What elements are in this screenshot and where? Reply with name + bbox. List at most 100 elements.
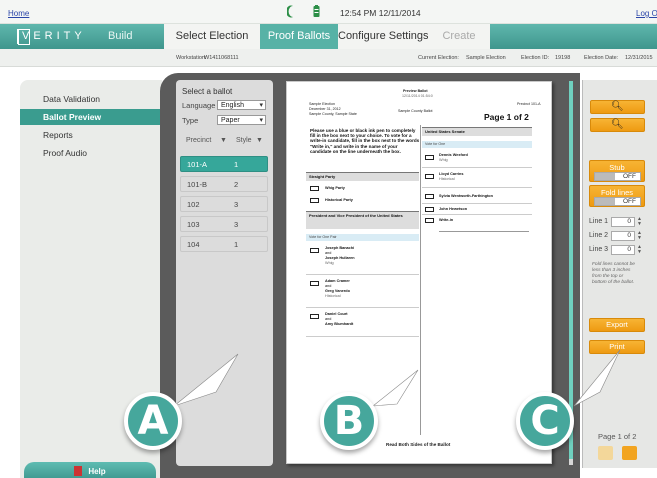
ballot-list-row[interactable]: 101-A 1 [180,156,268,172]
senate-vote-for: Vote for One [422,141,532,148]
nav-bar: VERITY Build Select Election Proof Ballo… [0,24,657,49]
app-window: Home 12:54 PM 12/11/2014 Log O VERITY Bu… [0,0,657,478]
line-3-input[interactable]: 0 [611,245,635,255]
fold-lines-label: Fold lines [600,188,634,197]
next-page-button[interactable] [622,446,637,460]
ballot-list-row[interactable]: 102 3 [180,196,268,212]
scrollbar-thumb[interactable] [569,81,573,459]
line-2-input[interactable]: 0 [611,231,635,241]
ballot-election-name: Sample Election [309,102,335,106]
running-mate-name: Greg Vanerdo [325,289,350,293]
workstation-value: W1411068111 [204,55,239,61]
stub-panel: Stub OFF [589,160,645,182]
fold-lines-toggle[interactable]: OFF [594,197,641,206]
ballot-heading-date: 12/11/2014 01:54:0 [402,94,433,98]
line-3-spinner-icon[interactable]: ▲ ▼ [637,245,642,255]
stub-toggle[interactable]: OFF [594,172,641,181]
row-precinct: 101-B [187,180,208,189]
ballot-oval [425,194,434,199]
president-header: President and Vice President of the Unit… [306,211,419,229]
zoom-out-icon: 🔍︎ [611,119,624,130]
zoom-in-button[interactable]: 🔍︎ [590,100,645,114]
ballot-heading: Preview Ballot [403,89,428,93]
tab-select-election[interactable]: Select Election [164,24,260,49]
candidate-and: and [325,284,332,288]
candidate-party: Whig [325,261,334,265]
column-divider [420,125,421,435]
row-precinct: 101-A [187,160,208,169]
type-select[interactable]: Paper [217,115,266,125]
fold-lines-toggle-state: OFF [623,198,636,205]
ballot-oval [425,174,434,179]
election-id-label: Election ID: [521,55,550,61]
sidebar-item-proof-audio[interactable]: Proof Audio [20,145,162,161]
row-style: 3 [234,200,239,209]
ballot-instructions: Please use a blue or black ink pen to co… [310,128,420,154]
stub-toggle-state: OFF [623,173,636,180]
page-count: Page 1 of 2 [598,432,637,441]
running-mate-name: Amy Blumhardt [325,322,354,326]
toggle-knob [595,198,615,205]
candidate-name: John Hewetson [439,207,468,211]
row-divider [422,187,532,188]
zoom-out-button[interactable]: 🔍︎ [590,118,645,132]
candidate-name: Joseph Banachi [325,246,355,250]
line-2-label: Line 2 [589,232,609,239]
election-info-row: Workstation: W1411068111 Current Electio… [0,49,657,67]
row-divider [306,336,419,337]
fold-lines-note: Fold lines cannot be less than 3 inches … [592,262,635,285]
election-date-label: Election Date: [584,55,619,61]
print-button[interactable]: Print [589,340,645,354]
prev-page-button[interactable] [598,446,613,460]
precinct-filter-icon[interactable]: ▼ [220,137,227,144]
ballot-list-row[interactable]: 104 1 [180,236,268,252]
tab-create: Create [428,24,490,49]
logout-link[interactable]: Log O [636,9,657,18]
current-election-label: Current Election: [418,55,459,61]
ballot-oval [425,207,434,212]
row-precinct: 102 [187,200,200,209]
ballot-page-of: Page 1 of 2 [484,112,529,122]
tab-proof-ballots[interactable]: Proof Ballots [260,24,338,49]
candidate-party: Historical [325,294,341,298]
line-2-spinner-icon[interactable]: ▲ ▼ [637,231,642,241]
running-mate-name: Joseph Hullaren [325,256,355,260]
moon-status-icon [287,5,293,18]
line-1-spinner-icon[interactable]: ▲ ▼ [637,217,642,227]
candidate-party: Historical [439,177,455,181]
help-label: Help [88,467,106,476]
president-vote-for: Vote for One Pair [306,234,419,241]
row-divider [306,307,419,308]
ballot-list-header: Precinct ▼ Style ▼ [180,135,268,149]
callout-c: C [516,392,574,450]
style-column-header[interactable]: Style [236,137,252,144]
ballot-list-row[interactable]: 103 3 [180,216,268,232]
write-in-line [439,231,529,232]
election-id-value: 19198 [555,55,571,61]
candidate-name: Adam Cramer [325,279,350,283]
ballot-oval [425,155,434,160]
sidebar-item-reports[interactable]: Reports [20,127,162,143]
current-election-value: Sample Election [466,55,506,61]
home-link[interactable]: Home [8,9,29,18]
sidebar-item-ballot-preview[interactable]: Ballot Preview [20,109,162,125]
zoom-in-icon: 🔍︎ [611,101,624,112]
stub-label: Stub [609,163,625,172]
style-filter-icon[interactable]: ▼ [256,137,263,144]
tab-configure-settings[interactable]: Configure Settings [338,24,429,49]
line-3-label: Line 3 [589,246,609,253]
help-button[interactable]: Help [24,462,156,478]
nav-build-label[interactable]: Build [108,30,132,42]
language-select[interactable]: English [217,100,266,110]
workstation-label: Workstation: [176,55,207,61]
straight-party-choice: Whig Party [325,186,345,190]
type-label: Type [182,116,199,125]
candidate-and: and [325,317,332,321]
ballot-list-row[interactable]: 101-B 2 [180,176,268,192]
candidate-name: Daniel Court [325,312,348,316]
export-button[interactable]: Export [589,318,645,332]
precinct-column-header[interactable]: Precinct [186,137,211,144]
sidebar-item-data-validation[interactable]: Data Validation [20,91,162,107]
line-1-input[interactable]: 0 [611,217,635,227]
ballot-oval [425,218,434,223]
